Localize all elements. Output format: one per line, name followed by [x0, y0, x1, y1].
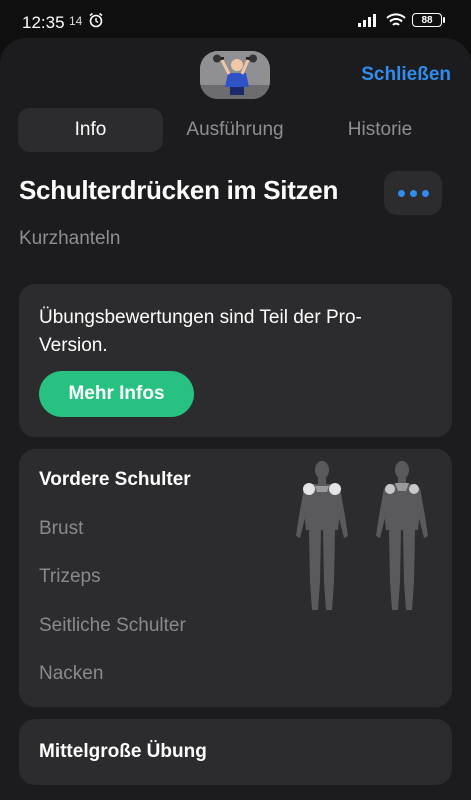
status-time-sup: 14: [69, 14, 83, 28]
tab-info[interactable]: Info: [18, 108, 163, 152]
wifi-icon: [386, 13, 406, 26]
tab-bar: Info Ausführung Historie: [18, 108, 453, 152]
muscle-map-figure: [296, 461, 428, 610]
difficulty-card: Mittelgroße Übung: [19, 719, 452, 785]
cell-signal-icon: [358, 14, 376, 27]
more-dots-icon: [397, 189, 405, 197]
exercise-sheet: Schließen Info Ausführung Historie Schul…: [0, 38, 471, 800]
battery-icon: 88: [412, 13, 445, 27]
muscles-card: Vordere Schulter Brust Trizeps Seitliche…: [19, 449, 452, 707]
more-options-button[interactable]: [384, 171, 442, 215]
exercise-thumbnail: [200, 51, 270, 99]
muscle-secondary: Seitliche Schulter: [39, 615, 186, 636]
pro-info-card: Übungsbewertungen sind Teil der Pro-Vers…: [19, 284, 452, 437]
pro-info-text: Übungsbewertungen sind Teil der Pro-Vers…: [39, 307, 362, 356]
muscle-secondary: Nacken: [39, 663, 104, 684]
difficulty-label: Mittelgroße Übung: [39, 741, 207, 762]
equipment-label: Kurzhanteln: [19, 228, 121, 249]
tab-historie[interactable]: Historie: [310, 108, 450, 152]
status-bar: 12:35 14 88: [0, 0, 471, 40]
muscle-secondary: Brust: [39, 518, 84, 539]
muscle-secondary: Trizeps: [39, 566, 101, 587]
alarm-clock-icon: [89, 12, 103, 28]
exercise-title: Schulterdrücken im Sitzen: [19, 175, 339, 205]
battery-level: 88: [421, 14, 433, 26]
tab-ausfuehrung[interactable]: Ausführung: [165, 108, 305, 152]
status-time: 12:35: [22, 13, 65, 32]
close-button[interactable]: Schließen: [361, 64, 451, 86]
muscle-primary: Vordere Schulter: [39, 469, 191, 490]
more-info-button[interactable]: Mehr Infos: [39, 371, 194, 417]
body-front-figure: [296, 461, 348, 610]
